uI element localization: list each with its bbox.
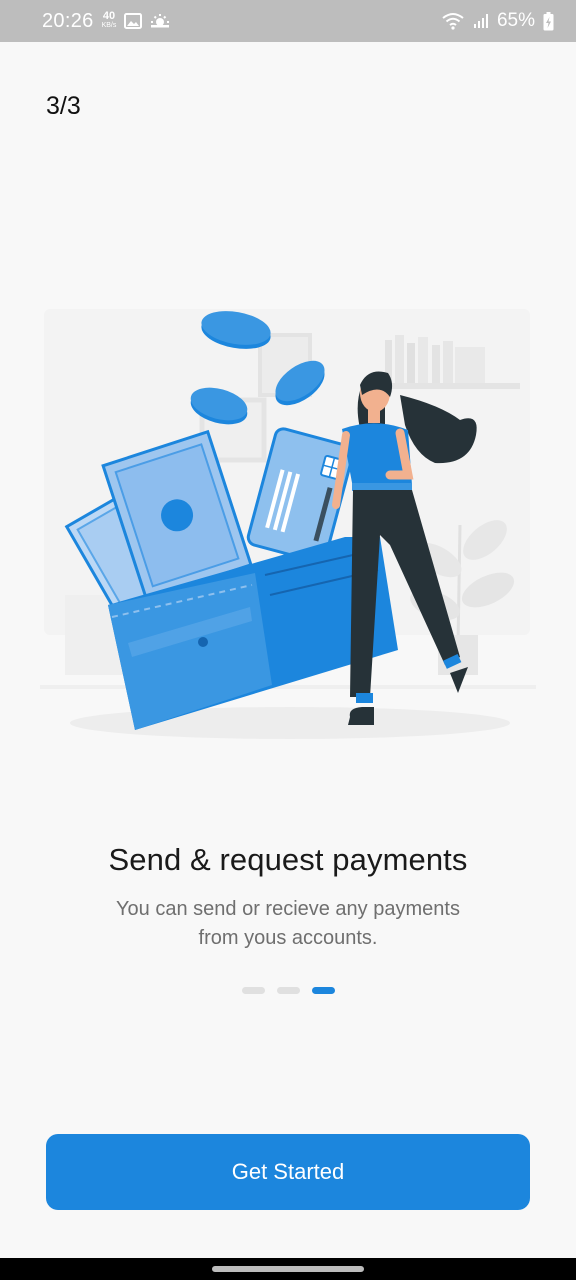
image-icon (124, 13, 143, 29)
status-right: 65% (441, 10, 554, 32)
onboarding-screen: 20:26 40 KB/s 65% 3/3 Send & request pay… (0, 0, 576, 1280)
get-started-button[interactable]: Get Started (46, 1134, 530, 1210)
onboarding-subtitle: You can send or recieve any payments fro… (116, 898, 460, 949)
signal-icon (473, 13, 489, 29)
page-indicator-dot-2 (276, 987, 300, 994)
page-indicator-dot-1 (241, 987, 265, 994)
page-indicator-dot-3-active (311, 987, 335, 994)
weather-icon (150, 13, 170, 29)
wifi-icon (441, 12, 465, 30)
home-gesture-handle[interactable] (212, 1266, 364, 1272)
status-time: 20:26 (42, 9, 94, 32)
network-speed: 40 KB/s (101, 10, 117, 30)
system-navigation-bar (0, 1258, 576, 1280)
network-speed-value: 40 (102, 10, 116, 22)
payments-illustration (40, 305, 536, 750)
page-indicator (0, 987, 576, 994)
status-bar: 20:26 40 KB/s 65% (0, 0, 576, 42)
battery-percent: 65% (496, 10, 535, 31)
battery-icon (543, 11, 554, 31)
onboarding-title: Send & request payments (108, 842, 468, 877)
network-speed-unit: KB/s (101, 22, 117, 29)
status-left: 20:26 40 KB/s (42, 10, 170, 33)
page-counter: 3/3 (46, 92, 81, 120)
